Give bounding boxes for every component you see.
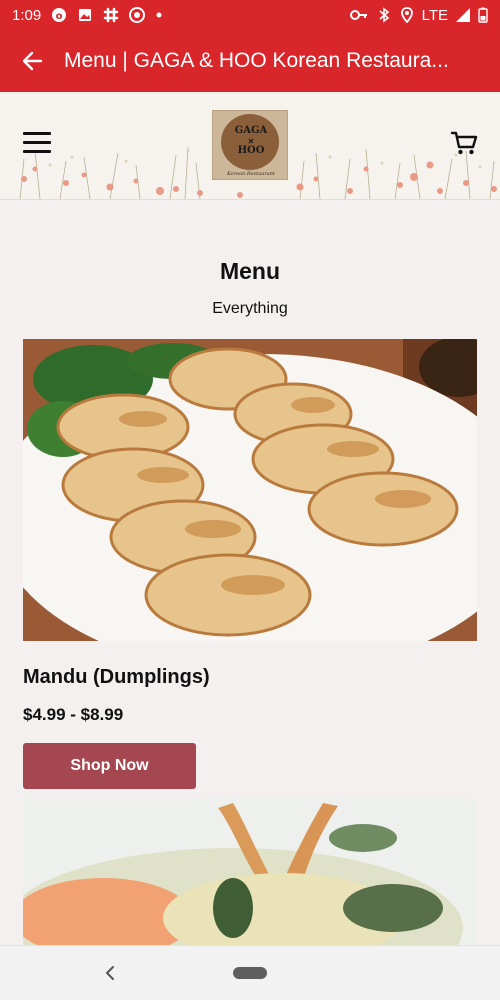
image-icon bbox=[79, 9, 92, 21]
category-label: Everything bbox=[212, 300, 288, 317]
status-bar: 1:09 o LTE bbox=[0, 0, 500, 30]
app-bar: Menu | GAGA & HOO Korean Restaura... bbox=[0, 30, 500, 92]
bluetooth-icon bbox=[379, 7, 389, 23]
page-heading: Menu bbox=[219, 258, 281, 284]
back-arrow-icon bbox=[22, 51, 43, 71]
page-title-bar: Menu | GAGA & HOO Korean Restaura... bbox=[64, 49, 449, 72]
shop-now-button[interactable]: Shop Now bbox=[23, 743, 196, 789]
slack-icon bbox=[103, 7, 119, 23]
battery-icon bbox=[478, 7, 488, 23]
vpn-key-icon bbox=[349, 10, 367, 20]
back-button[interactable] bbox=[0, 30, 64, 92]
network-type: LTE bbox=[421, 6, 448, 24]
hamburger-icon bbox=[23, 132, 51, 135]
product-price: $4.99 - $8.99 bbox=[23, 705, 124, 724]
logo-tagline: Korean Restaurant bbox=[227, 171, 275, 177]
status-time: 1:09 bbox=[12, 6, 42, 24]
nav-home-pill-icon[interactable] bbox=[233, 967, 267, 979]
target-icon bbox=[129, 7, 146, 23]
cart-icon[interactable] bbox=[450, 130, 478, 156]
svg-text:o: o bbox=[56, 11, 63, 22]
product-name[interactable]: Mandu (Dumplings) bbox=[23, 666, 210, 689]
logo-x-icon: ✕ bbox=[247, 136, 255, 146]
hamburger-menu-button[interactable] bbox=[23, 132, 51, 154]
signal-icon bbox=[456, 8, 470, 22]
logo-line2: HOO bbox=[237, 145, 265, 156]
menu-content: Menu Everything Mandu (Dumplings) $4.99 … bbox=[0, 200, 500, 945]
dot-icon bbox=[156, 12, 162, 18]
site-header: GAGA ✕ HOO Korean Restaurant bbox=[0, 92, 500, 200]
tempura-photo[interactable] bbox=[23, 798, 477, 945]
location-icon bbox=[400, 7, 413, 23]
nav-back-icon[interactable] bbox=[100, 963, 120, 983]
system-nav-bar bbox=[0, 945, 500, 1000]
dumplings-photo[interactable] bbox=[23, 339, 477, 641]
restaurant-logo[interactable]: GAGA ✕ HOO Korean Restaurant bbox=[212, 110, 288, 180]
notification-icon: o bbox=[52, 8, 67, 22]
